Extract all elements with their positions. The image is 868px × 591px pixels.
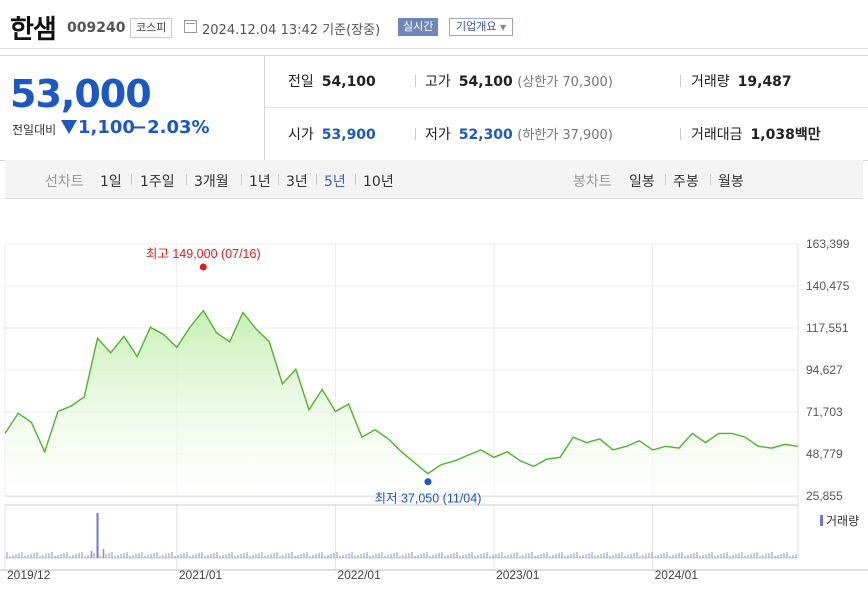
chevron-down-icon: ▼ — [499, 23, 507, 32]
change-label: 전일대비 — [12, 123, 57, 137]
price-chart[interactable]: 163,399 140,475 117,551 94,627 71,703 48,779 2… — [0, 230, 868, 591]
tab-monthly-candle[interactable]: 월봉 — [718, 171, 744, 191]
candle-chart-label: 봉차트 — [573, 174, 612, 190]
prev-close-value: 54,100 — [321, 74, 376, 90]
y-tick-label: 140,475 — [806, 279, 850, 293]
upper-limit: (상한가 70,300) — [517, 75, 613, 90]
min-label: 최저 37,050 (11/04) — [375, 492, 482, 506]
open-value: 53,900 — [321, 127, 376, 143]
calendar-icon — [184, 20, 197, 33]
tab-daily-candle[interactable]: 일봉 — [629, 171, 655, 191]
tab-5y[interactable]: 5년 — [324, 171, 346, 191]
tab-3m[interactable]: 3개월 — [194, 171, 229, 191]
divider — [680, 75, 681, 87]
tab-10y[interactable]: 10년 — [363, 171, 394, 191]
divider — [665, 174, 666, 185]
value-unit: 백만 — [794, 127, 821, 143]
stock-name: 한샘 — [10, 15, 57, 45]
price-change-pct: −2.03% — [132, 117, 210, 138]
y-tick-label: 25,855 — [806, 489, 843, 503]
volume: 거래량 19,487 — [691, 71, 792, 91]
divider — [710, 174, 711, 185]
lower-limit: (하한가 37,900) — [517, 128, 613, 143]
line-chart-label: 선차트 — [45, 174, 84, 190]
value-label: 거래대금 — [691, 127, 743, 143]
divider — [680, 128, 681, 140]
volume-label: 거래량 — [691, 74, 730, 90]
volume-legend-label: 거래량 — [826, 514, 859, 528]
datetime-text: 2024.12.04 13:42 — [202, 23, 319, 38]
trade-value: 거래대금 1,038백만 — [691, 124, 821, 144]
y-tick-label: 48,779 — [806, 447, 843, 461]
open-label: 시가 — [288, 127, 314, 143]
divider — [355, 174, 356, 185]
max-label: 최고 149,000 (07/16) — [146, 247, 261, 261]
divider — [316, 174, 317, 185]
divider — [415, 128, 416, 140]
volume-value: 19,487 — [737, 74, 792, 90]
chart-period-nav: 선차트 1일 1주일 3개월 1년 3년 5년 10년 봉차트 일봉 주봉 월봉 — [5, 160, 863, 199]
stock-header: 한샘 009240 코스피 2024.12.04 13:42 기준(장중) 실시… — [0, 0, 868, 49]
price-change: 1,100 — [78, 117, 135, 138]
quote-datetime: 2024.12.04 13:42 기준(장중) — [202, 19, 380, 38]
low-label: 저가 — [425, 127, 451, 143]
price-area — [5, 310, 798, 496]
market-badge: 코스피 — [130, 18, 173, 38]
current-price: 53,000 — [10, 72, 152, 116]
tab-weekly-candle[interactable]: 주봉 — [673, 171, 699, 191]
quote-summary: 53,000 전일대비 1,100 −2.03% 전일 54,100 고가 54,1… — [0, 55, 868, 161]
stock-code: 009240 — [67, 20, 126, 36]
y-tick-label: 163,399 — [806, 237, 850, 251]
tab-1d[interactable]: 1일 — [100, 171, 122, 191]
row-divider — [265, 107, 868, 108]
tab-1w[interactable]: 1주일 — [140, 171, 175, 191]
y-tick-label: 117,551 — [806, 321, 849, 335]
chart-svg[interactable]: 163,399 140,475 117,551 94,627 71,703 48,779 2… — [0, 230, 868, 591]
realtime-button[interactable]: 실시간 — [398, 18, 439, 36]
divider — [241, 174, 242, 185]
high-label: 고가 — [425, 74, 451, 90]
divider — [186, 174, 187, 185]
volume-legend-swatch — [820, 515, 823, 526]
day-low: 저가 52,300 (하한가 37,900) — [425, 124, 613, 144]
tab-3y[interactable]: 3년 — [286, 171, 308, 191]
open-price: 시가 53,900 — [288, 124, 376, 144]
divider — [131, 174, 132, 185]
basis-text: 기준(장중) — [322, 23, 381, 38]
low-value: 52,300 — [458, 127, 513, 143]
tab-1y[interactable]: 1년 — [249, 171, 271, 191]
y-tick-label: 71,703 — [806, 405, 843, 419]
day-high: 고가 54,100 (상한가 70,300) — [425, 71, 613, 91]
divider — [278, 174, 279, 185]
company-info-label: 기업개요 — [456, 20, 497, 33]
high-value: 54,100 — [458, 74, 513, 90]
max-marker — [199, 263, 207, 271]
prev-close-label: 전일 — [288, 74, 314, 90]
prev-close: 전일 54,100 — [288, 71, 376, 91]
min-marker — [424, 478, 432, 486]
price-box: 53,000 전일대비 1,100 −2.03% — [0, 56, 265, 160]
value-amount: 1,038 — [750, 127, 795, 143]
company-info-dropdown[interactable]: 기업개요 ▼ — [449, 18, 514, 36]
divider — [415, 75, 416, 87]
down-arrow-icon — [61, 120, 77, 134]
y-tick-label: 94,627 — [806, 363, 843, 377]
